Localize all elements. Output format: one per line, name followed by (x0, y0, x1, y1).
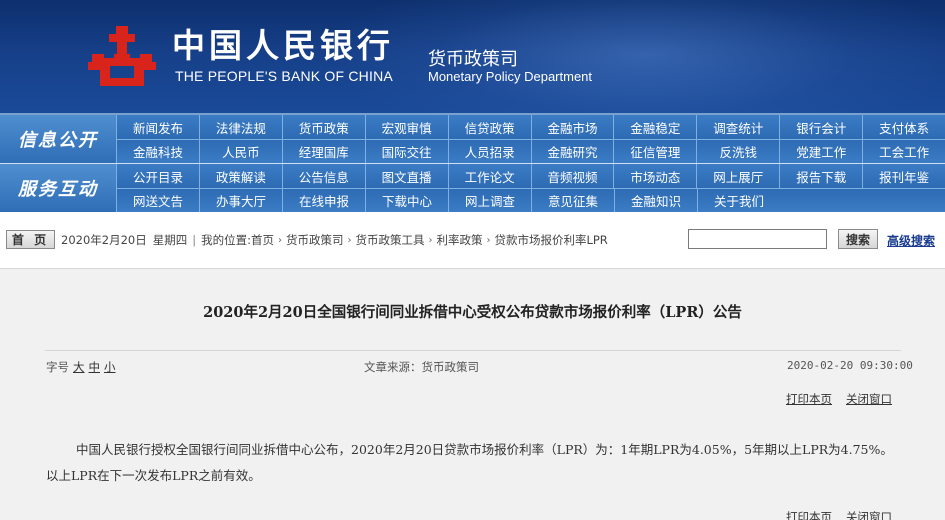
print-page-link[interactable]: 打印本页 (786, 510, 832, 520)
advanced-search-link[interactable]: 高级搜索 (887, 232, 935, 249)
nav-item[interactable]: 金融知识 (614, 188, 697, 212)
breadcrumb-current[interactable]: 贷款市场报价利率LPR (494, 232, 607, 248)
nav-section-service: 服务互动 公开目录 政策解读 公告信息 图文直播 工作论文 音频视频 市场动态 … (0, 164, 945, 212)
nav-item[interactable]: 货币政策 (281, 115, 365, 139)
nav-item[interactable]: 在线申报 (282, 188, 365, 212)
nav-item[interactable]: 网送文告 (116, 188, 199, 212)
font-size-small-link[interactable]: 小 (104, 360, 116, 374)
font-size-medium-link[interactable]: 中 (89, 360, 101, 374)
nav-item[interactable]: 支付体系 (862, 115, 945, 139)
nav-row: 网送文告 办事大厅 在线申报 下载中心 网上调查 意见征集 金融知识 关于我们 (116, 188, 945, 212)
breadcrumb-link[interactable]: 货币政策工具 (355, 232, 424, 248)
font-size-controls: 字号大中小 (46, 359, 116, 375)
nav-item[interactable]: 党建工作 (779, 139, 862, 163)
article-actions-bottom: 打印本页 关闭窗口 (772, 509, 892, 520)
chevron-right-icon: › (428, 234, 433, 246)
nav-item[interactable]: 工作论文 (447, 164, 531, 188)
nav-row: 新闻发布 法律法规 货币政策 宏观审慎 信贷政策 金融市场 金融稳定 调查统计 … (116, 115, 945, 139)
nav-item[interactable]: 报刊年鉴 (862, 164, 945, 188)
nav-item[interactable]: 办事大厅 (199, 188, 282, 212)
nav-item[interactable]: 市场动态 (613, 164, 696, 188)
nav-item[interactable]: 人民币 (198, 139, 282, 163)
article-body: 中国人民银行授权全国银行间同业拆借中心公布，2020年2月20日贷款市场报价利率… (46, 442, 893, 483)
nav-item[interactable]: 公开目录 (116, 164, 199, 188)
separator: | (192, 233, 197, 247)
nav-item[interactable]: 图文直播 (364, 164, 448, 188)
pboc-logo-icon[interactable] (86, 24, 158, 92)
chevron-right-icon: › (486, 234, 491, 246)
nav-item[interactable]: 新闻发布 (116, 115, 199, 139)
department-name-en: Monetary Policy Department (428, 69, 593, 84)
nav-item[interactable]: 意见征集 (531, 188, 614, 212)
nav-item[interactable]: 银行会计 (779, 115, 862, 139)
nav-item[interactable]: 信贷政策 (447, 115, 531, 139)
breadcrumb-bar: 首 页 2020年2月20日 星期四 | 我的位置: 首页 › 货币政策司 › … (0, 224, 945, 254)
nav-section-label: 服务互动 (0, 164, 116, 212)
current-weekday: 星期四 (152, 233, 188, 247)
close-window-link[interactable]: 关闭窗口 (846, 392, 892, 406)
nav-item[interactable]: 关于我们 (697, 188, 780, 212)
nav-item[interactable]: 反洗钱 (696, 139, 779, 163)
breadcrumb-link[interactable]: 利率政策 (436, 232, 482, 248)
nav-item[interactable]: 金融稳定 (613, 115, 696, 139)
chevron-right-icon: › (347, 234, 352, 246)
nav-section-info: 信息公开 新闻发布 法律法规 货币政策 宏观审慎 信贷政策 金融市场 金融稳定 … (0, 115, 945, 163)
department-name-cn: 货币政策司 (428, 49, 518, 70)
home-button[interactable]: 首 页 (6, 230, 55, 249)
font-size-label: 字号 (46, 360, 69, 374)
nav-rows: 公开目录 政策解读 公告信息 图文直播 工作论文 音频视频 市场动态 网上展厅 … (116, 164, 945, 212)
main-navigation: 信息公开 新闻发布 法律法规 货币政策 宏观审慎 信贷政策 金融市场 金融稳定 … (0, 113, 945, 212)
breadcrumb-link[interactable]: 货币政策司 (286, 232, 344, 248)
font-size-large-link[interactable]: 大 (73, 360, 85, 374)
nav-rows: 新闻发布 法律法规 货币政策 宏观审慎 信贷政策 金融市场 金融稳定 调查统计 … (116, 115, 945, 163)
meta-divider (45, 350, 901, 351)
nav-item[interactable]: 经理国库 (281, 139, 365, 163)
nav-item[interactable]: 人员招录 (447, 139, 531, 163)
breadcrumb-link[interactable]: 首页 (251, 232, 274, 248)
chevron-right-icon: › (277, 234, 282, 246)
nav-item[interactable]: 工会工作 (862, 139, 945, 163)
nav-item[interactable]: 下载中心 (365, 188, 448, 212)
nav-row: 公开目录 政策解读 公告信息 图文直播 工作论文 音频视频 市场动态 网上展厅 … (116, 164, 945, 188)
article-title: 2020年2月20日全国银行间同业拆借中心受权公布贷款市场报价利率（LPR）公告 (203, 304, 742, 321)
bank-name-cn: 中国人民银行 (172, 26, 394, 65)
article-actions-top: 打印本页 关闭窗口 (772, 391, 892, 407)
nav-item[interactable]: 政策解读 (198, 164, 282, 188)
nav-item[interactable]: 法律法规 (198, 115, 282, 139)
close-window-link[interactable]: 关闭窗口 (846, 510, 892, 520)
nav-item[interactable]: 宏观审慎 (364, 115, 448, 139)
article-content: 2020年2月20日全国银行间同业拆借中心受权公布贷款市场报价利率（LPR）公告… (0, 268, 945, 520)
bank-name-en: THE PEOPLE'S BANK OF CHINA (175, 68, 393, 84)
nav-item[interactable]: 公告信息 (281, 164, 365, 188)
nav-item[interactable]: 金融研究 (530, 139, 614, 163)
article-datetime: 2020-02-20 09:30:00 (787, 359, 913, 372)
nav-row: 金融科技 人民币 经理国库 国际交往 人员招录 金融研究 征信管理 反洗钱 党建… (116, 139, 945, 163)
search-button[interactable]: 搜索 (838, 229, 878, 249)
nav-item[interactable]: 调查统计 (696, 115, 779, 139)
nav-item[interactable]: 国际交往 (364, 139, 448, 163)
nav-item[interactable]: 音频视频 (530, 164, 614, 188)
nav-item[interactable]: 金融市场 (530, 115, 614, 139)
nav-item[interactable]: 征信管理 (613, 139, 696, 163)
site-header: 中国人民银行 THE PEOPLE'S BANK OF CHINA 货币政策司 … (0, 0, 945, 113)
nav-section-label: 信息公开 (0, 115, 116, 163)
nav-item[interactable]: 报告下载 (779, 164, 862, 188)
print-page-link[interactable]: 打印本页 (786, 392, 832, 406)
header-glow (320, 0, 945, 113)
article-source: 文章来源：货币政策司 (364, 360, 479, 374)
location-label: 我的位置: (201, 233, 251, 247)
current-date: 2020年2月20日 (61, 233, 147, 247)
nav-item[interactable]: 网上调查 (448, 188, 531, 212)
nav-item[interactable]: 金融科技 (116, 139, 199, 163)
search-input[interactable] (688, 229, 827, 249)
breadcrumb: 2020年2月20日 星期四 | 我的位置: 首页 › 货币政策司 › 货币政策… (61, 232, 608, 248)
nav-item[interactable]: 网上展厅 (696, 164, 779, 188)
